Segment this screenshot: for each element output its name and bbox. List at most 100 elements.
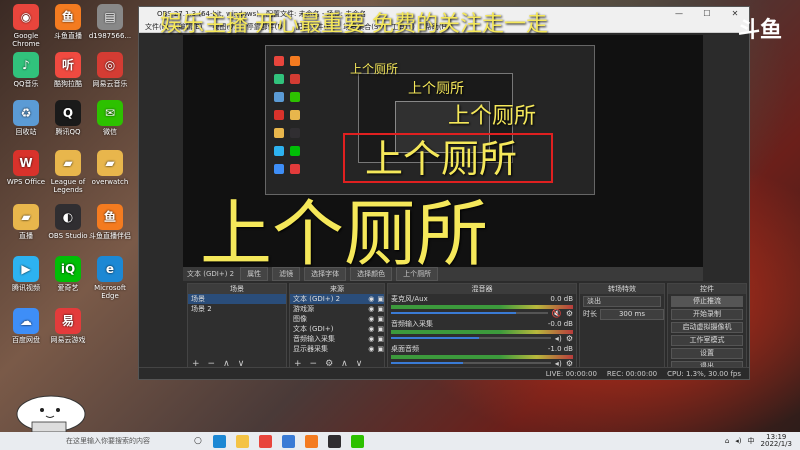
scene-item[interactable]: 场景 2 xyxy=(188,304,286,314)
speaker-icon[interactable]: ◂) xyxy=(555,334,562,343)
duration-label: 时长 xyxy=(583,310,597,318)
scene-item[interactable]: 场景 xyxy=(188,294,286,304)
muted-speaker-icon[interactable]: 🔇 xyxy=(552,309,562,318)
desktop-icon[interactable]: Q 腾讯QQ xyxy=(46,100,90,136)
chrome-icon: ◉ xyxy=(13,4,39,30)
desktop-icon[interactable]: ✉ 微信 xyxy=(88,100,132,136)
mini-iqiyi-icon xyxy=(290,146,300,156)
desktop-icon[interactable]: ▤ d1987566... xyxy=(88,4,132,40)
desktop-icon[interactable]: iQ 爱奇艺 xyxy=(46,256,90,292)
folder-icon: ▰ xyxy=(13,204,39,230)
mini-folder-icon xyxy=(290,110,300,120)
source-item[interactable]: 图像 ◉ ▣ xyxy=(290,314,384,324)
lock-icon[interactable]: ▣ xyxy=(377,324,384,334)
minimize-icon[interactable]: — xyxy=(665,7,693,21)
task-view-icon[interactable]: ○ xyxy=(194,436,202,446)
desktop-icon[interactable]: ♻ 回收站 xyxy=(4,100,48,136)
desktop-icon[interactable]: ◐ OBS Studio xyxy=(46,204,90,240)
lock-icon[interactable]: ▣ xyxy=(377,334,384,344)
store-icon[interactable] xyxy=(281,434,295,448)
source-tab[interactable]: 选择颜色 xyxy=(350,267,393,281)
desktop-icon[interactable]: ▶ 腾讯视频 xyxy=(4,256,48,292)
source-item[interactable]: 显示器采集 ◉ ▣ xyxy=(290,344,384,354)
desktop-icon-label: League of Legends xyxy=(50,178,86,194)
source-item[interactable]: 文本 (GDI+) ◉ ▣ xyxy=(290,324,384,334)
network-icon[interactable]: ⌂ xyxy=(725,437,729,445)
douyu-companion-icon: 鱼 xyxy=(97,204,123,230)
desktop-icon-label: 斗鱼直播伴侣 xyxy=(89,232,131,240)
edge-taskbar-icon[interactable] xyxy=(212,434,226,448)
volume-slider-fill xyxy=(391,337,479,339)
explorer-icon[interactable] xyxy=(235,434,249,448)
visibility-icon[interactable]: ◉ xyxy=(368,334,374,344)
desktop-icon-label: WPS Office xyxy=(6,178,46,186)
source-item[interactable]: 游戏源 ◉ ▣ xyxy=(290,304,384,314)
volume-icon[interactable]: ◂) xyxy=(735,437,741,445)
wps-icon: W xyxy=(13,150,39,176)
desktop-icon[interactable]: e Microsoft Edge xyxy=(88,256,132,300)
volume-slider[interactable] xyxy=(391,362,551,364)
mixer-track-db: -1.0 dB xyxy=(547,345,573,353)
desktop-icon[interactable]: ▰ overwatch xyxy=(88,150,132,186)
lock-icon[interactable]: ▣ xyxy=(377,294,384,304)
desktop-icon-label: QQ音乐 xyxy=(13,80,39,88)
lock-icon[interactable]: ▣ xyxy=(377,344,384,354)
desktop-icon[interactable]: 鱼斗鱼直播伴侣 xyxy=(88,204,132,240)
mini-recycle-icon xyxy=(274,92,284,102)
gear-icon[interactable]: ⚙ xyxy=(566,309,573,318)
desktop-icon[interactable]: W WPS Office xyxy=(4,150,48,186)
obs-window[interactable]: OBS 27.1.3 (64-bit, windows) - 配置文件: 未命名… xyxy=(138,6,750,380)
volume-slider[interactable] xyxy=(391,337,551,339)
taskbar-search-input[interactable]: 在这里输入你要搜索的内容 xyxy=(58,434,188,448)
duration-input[interactable]: 300 ms xyxy=(600,308,664,320)
desktop-icon[interactable]: ▰ League of Legends xyxy=(46,150,90,194)
kugou-icon: 听 xyxy=(55,52,81,78)
wechat-taskbar-icon[interactable] xyxy=(350,434,364,448)
obs-taskbar-icon[interactable] xyxy=(327,434,341,448)
desktop-icon[interactable]: ▰ 直播 xyxy=(4,204,48,240)
control-button[interactable]: 设置 xyxy=(671,348,743,359)
desktop-icon[interactable]: 易网易云游戏 xyxy=(46,308,90,344)
mixer-track-db: 0.0 dB xyxy=(550,295,573,303)
desktop-icon[interactable]: 听酷狗拉酷 xyxy=(46,52,90,88)
visibility-icon[interactable]: ◉ xyxy=(368,304,374,314)
volume-slider[interactable] xyxy=(391,312,548,314)
source-tab[interactable]: 滤镜 xyxy=(272,267,301,281)
source-tab[interactable]: 属性 xyxy=(240,267,269,281)
visibility-icon[interactable]: ◉ xyxy=(368,324,374,334)
visibility-icon[interactable]: ◉ xyxy=(368,344,374,354)
control-button[interactable]: 启动虚拟摄像机 xyxy=(671,322,743,333)
source-item[interactable]: 音频输入采集 ◉ ▣ xyxy=(290,334,384,344)
source-tab[interactable]: 上个厕所 xyxy=(396,267,439,281)
mini-video-icon xyxy=(274,146,284,156)
douyu-taskbar-icon[interactable] xyxy=(304,434,318,448)
desktop-icon[interactable]: ☁ 百度网盘 xyxy=(4,308,48,344)
desktop-icon-label: 斗鱼直播 xyxy=(54,32,82,40)
folder-icon: ▰ xyxy=(97,150,123,176)
visibility-icon[interactable]: ◉ xyxy=(368,314,374,324)
lock-icon[interactable]: ▣ xyxy=(377,314,384,324)
source-tab[interactable]: 选择字体 xyxy=(304,267,347,281)
source-item[interactable]: 文本 (GDI+) 2 ◉ ▣ xyxy=(290,294,384,304)
desktop-icon[interactable]: ◎ 网易云音乐 xyxy=(88,52,132,88)
mini-game-icon xyxy=(290,164,300,174)
transitions-header: 转场特效 xyxy=(580,284,664,294)
gear-icon[interactable]: ⚙ xyxy=(566,334,573,343)
transition-select[interactable]: 淡出 xyxy=(583,296,661,307)
control-button[interactable]: 开始录制 xyxy=(671,309,743,320)
control-button[interactable]: 停止推流 xyxy=(671,296,743,307)
mixer-track-name: 音频输入采集 xyxy=(391,320,433,328)
ime-indicator[interactable]: 中 xyxy=(748,436,755,446)
maximize-icon[interactable]: ☐ xyxy=(693,7,721,21)
chrome-taskbar-icon[interactable] xyxy=(258,434,272,448)
edge-icon: e xyxy=(97,256,123,282)
desktop-icon[interactable]: ◉ Google Chrome xyxy=(4,4,48,48)
visibility-icon[interactable]: ◉ xyxy=(368,294,374,304)
selected-source-outline[interactable] xyxy=(343,133,553,183)
lock-icon[interactable]: ▣ xyxy=(377,304,384,314)
obs-preview[interactable] xyxy=(183,35,703,267)
control-button[interactable]: 工作室模式 xyxy=(671,335,743,346)
clock[interactable]: 13:19 2022/1/3 xyxy=(761,434,792,448)
desktop-icon[interactable]: ♪ QQ音乐 xyxy=(4,52,48,88)
desktop-icon[interactable]: 鱼斗鱼直播 xyxy=(46,4,90,40)
